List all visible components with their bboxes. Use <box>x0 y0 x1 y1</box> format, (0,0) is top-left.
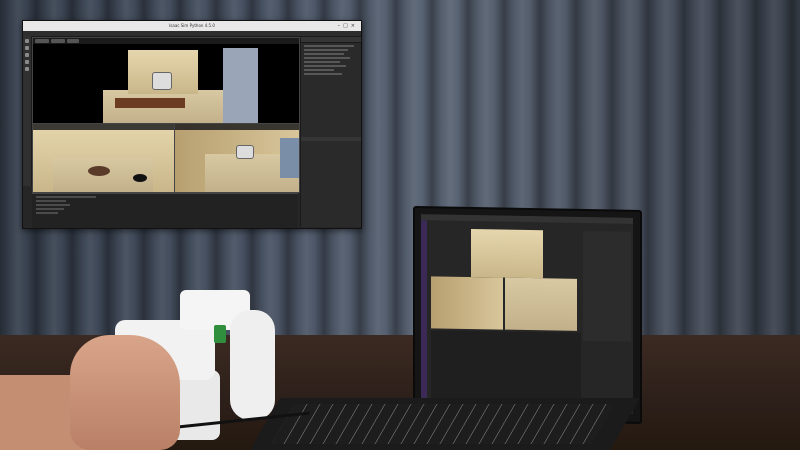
stage-panel <box>300 37 361 227</box>
laptop-keyboard <box>249 398 641 450</box>
rotate-tool-icon[interactable] <box>25 53 29 57</box>
left-camera-viewport[interactable] <box>32 123 175 193</box>
select-tool-icon[interactable] <box>25 39 29 43</box>
stage-panel-header <box>301 37 361 43</box>
laptop-screen <box>413 206 642 424</box>
window-title: Isaac Sim Python 4.5.0 <box>169 23 215 28</box>
right-viewport-toolbar <box>175 124 299 130</box>
viewport-toolbar <box>33 38 299 44</box>
controller-handle <box>230 310 275 420</box>
main-viewport[interactable] <box>32 37 300 125</box>
controller-green-module <box>214 325 226 343</box>
snap-tool-icon[interactable] <box>25 67 29 71</box>
photo-scene: Isaac Sim Python 4.5.0 –□× <box>0 0 800 450</box>
scale-tool-icon[interactable] <box>25 60 29 64</box>
simulator-window-overlay: Isaac Sim Python 4.5.0 –□× <box>22 20 362 229</box>
window-controls: –□× <box>338 21 358 31</box>
tool-strip <box>23 36 32 186</box>
person-hand <box>70 335 180 450</box>
right-camera-viewport[interactable] <box>174 123 300 193</box>
window-titlebar: Isaac Sim Python 4.5.0 –□× <box>23 21 361 31</box>
left-viewport-toolbar <box>33 124 174 130</box>
laptop-simulator-view <box>421 214 633 414</box>
move-tool-icon[interactable] <box>25 46 29 50</box>
maximize-icon[interactable]: □ <box>343 23 351 29</box>
keyboard-keys <box>271 404 615 444</box>
content-browser-panel <box>32 193 298 228</box>
close-icon[interactable]: × <box>351 23 358 29</box>
